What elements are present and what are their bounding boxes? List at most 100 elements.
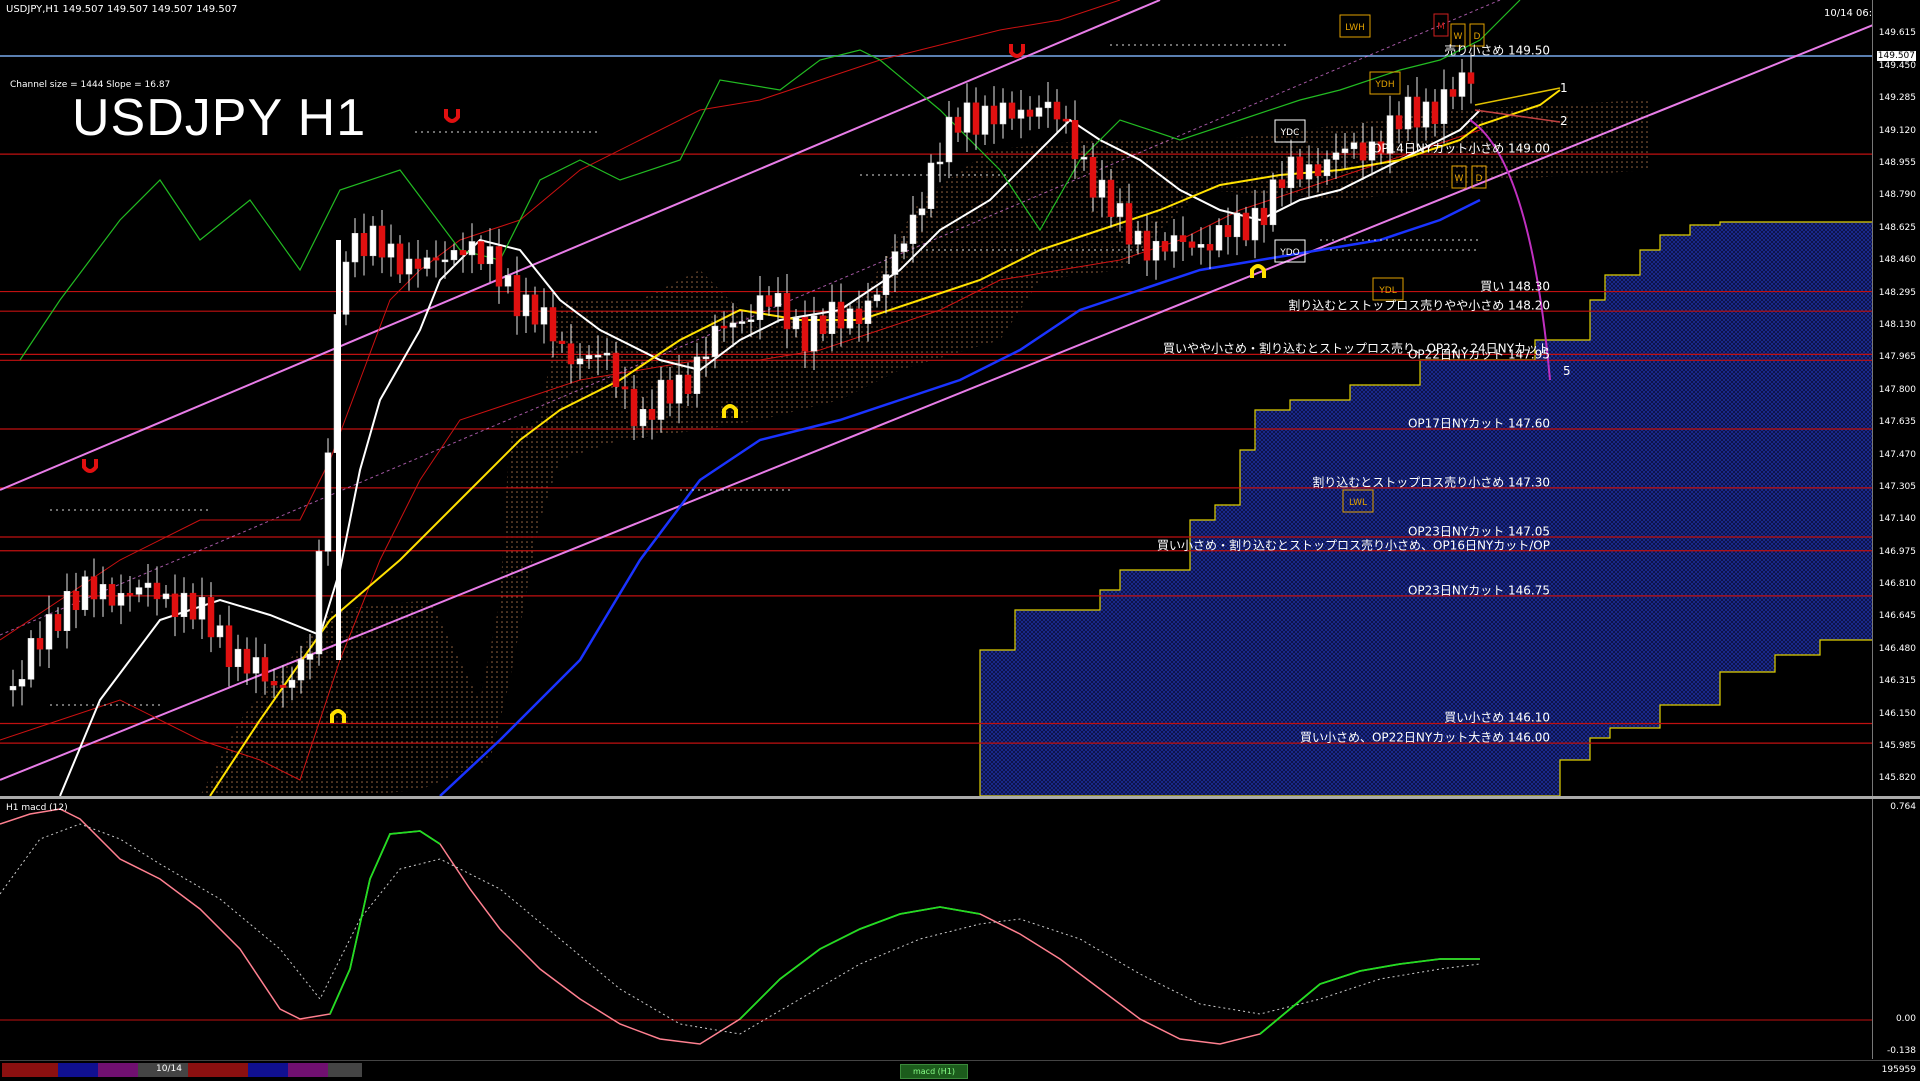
price-tick: 148.955 — [1878, 157, 1916, 168]
price-tick: 147.470 — [1878, 449, 1916, 460]
candle-body — [819, 315, 827, 334]
candle-body — [990, 105, 998, 125]
candle-body — [963, 102, 971, 133]
macd-pane[interactable] — [0, 799, 1873, 1059]
candle-body — [351, 233, 359, 263]
price-tick: 149.120 — [1878, 125, 1916, 136]
price-tick: 145.985 — [1878, 741, 1916, 752]
candle-body — [702, 356, 710, 360]
candle-body — [144, 582, 152, 588]
candle-body — [1044, 101, 1052, 109]
candle-body — [1278, 179, 1286, 189]
candle-body — [855, 308, 863, 324]
candle-body — [873, 294, 881, 302]
candle-body — [216, 625, 224, 638]
candle-body — [477, 241, 485, 265]
candle-body — [1467, 72, 1475, 84]
candle-body — [1449, 89, 1457, 97]
pivot-label: 5 — [1563, 364, 1571, 378]
candle-body — [1071, 120, 1079, 160]
candle-body — [81, 576, 89, 611]
candle-body — [765, 295, 773, 307]
candle-body — [1143, 230, 1151, 261]
candle-body — [306, 653, 314, 660]
candle-body — [1350, 142, 1358, 150]
price-tick: 149.285 — [1878, 93, 1916, 104]
candle-body — [693, 356, 701, 394]
candle-body — [864, 300, 872, 324]
bar-seg-8 — [328, 1063, 362, 1077]
macd-tick-bottom: -0.138 — [1886, 1046, 1916, 1056]
candle-body — [648, 409, 656, 420]
candle-body — [243, 648, 251, 674]
marker-box-label: YDC — [1280, 128, 1300, 138]
candle-body — [9, 685, 17, 691]
candle-body — [225, 625, 233, 668]
marker-box-label: D — [1474, 32, 1481, 42]
marker-box-label: YDL — [1378, 286, 1396, 296]
indicator-tab[interactable]: macd (H1) — [900, 1064, 968, 1079]
macd-title: H1 macd (12) — [6, 803, 68, 813]
candle-body — [558, 340, 566, 344]
candle-body — [378, 225, 386, 258]
level-label: 割り込むとストップロス売りやや小さめ 148.20 — [1288, 298, 1550, 313]
macd-up-segment-3 — [1259, 958, 1480, 1035]
candle-body — [936, 161, 944, 165]
price-chart[interactable]: 125 LWH M W D YDH YDC YDO YDL LWL W D USDJPY,H1 14… — [0, 0, 1873, 796]
candle-body — [18, 679, 26, 687]
candle-body — [1170, 235, 1178, 252]
candle-body — [504, 275, 512, 287]
candle-body — [1125, 203, 1133, 245]
marker-box-label: YDO — [1279, 248, 1300, 258]
marker-box-label: W — [1454, 32, 1463, 42]
candle-body — [828, 301, 836, 334]
candle-body — [315, 551, 323, 655]
candle-body — [738, 321, 746, 324]
candle-body — [1206, 244, 1214, 251]
price-tick: 147.140 — [1878, 514, 1916, 525]
candle-body — [1305, 164, 1313, 180]
macd-up-segment-1 — [329, 830, 441, 1015]
candle-body — [1026, 109, 1034, 117]
candle-body — [126, 592, 134, 596]
candle-body — [1314, 164, 1322, 177]
candle-body — [441, 259, 449, 263]
price-tick: 146.975 — [1878, 546, 1916, 557]
price-tick: 148.790 — [1878, 190, 1916, 201]
fractal-marker-icon — [82, 459, 98, 473]
bar-seg-1 — [2, 1063, 58, 1077]
candle-body — [1287, 156, 1295, 189]
price-tick: 146.480 — [1878, 643, 1916, 654]
candle-body — [1080, 156, 1088, 160]
candle-body — [1116, 203, 1124, 217]
status-number: 195959 — [1881, 1065, 1916, 1075]
macd-axis[interactable]: 0.764 0.00 -0.138 — [1872, 799, 1920, 1059]
candle-body — [252, 657, 260, 674]
marker-box-label: LWH — [1345, 23, 1365, 33]
candle-body — [1017, 109, 1025, 119]
candle-body — [423, 257, 431, 269]
candle-body — [1332, 152, 1340, 160]
candle-body — [1035, 107, 1043, 117]
symbol-header-info: USDJPY,H1 149.507 149.507 149.507 149.50… — [6, 4, 238, 15]
candle-body — [549, 307, 557, 342]
candle-body — [909, 214, 917, 244]
candle-body — [846, 308, 854, 329]
candle-body — [594, 354, 602, 358]
candle-body — [1269, 179, 1277, 226]
candle-body — [90, 576, 98, 600]
candle-body — [1215, 225, 1223, 251]
candle-body — [891, 251, 899, 275]
candle-body — [1179, 235, 1187, 243]
candle-body — [1233, 212, 1241, 238]
level-label: 買い 148.30 — [1480, 279, 1550, 294]
pivot-line-1 — [1474, 87, 1561, 106]
price-tick: 147.635 — [1878, 417, 1916, 428]
candle-body — [450, 250, 458, 261]
candle-body — [180, 592, 188, 618]
level-label: 買い小さめ・割り込むとストップロス売り小さめ、OP16日NYカット/OP — [1157, 538, 1550, 553]
macd-plot-area[interactable] — [0, 799, 1873, 1059]
price-axis[interactable]: 149.615 149.450 149.285 149.120 148.955 148.7… — [1872, 0, 1920, 796]
candle-body — [1224, 225, 1232, 238]
period-separator-bar: 10/14 macd (H1) 195959 — [0, 1060, 1920, 1081]
